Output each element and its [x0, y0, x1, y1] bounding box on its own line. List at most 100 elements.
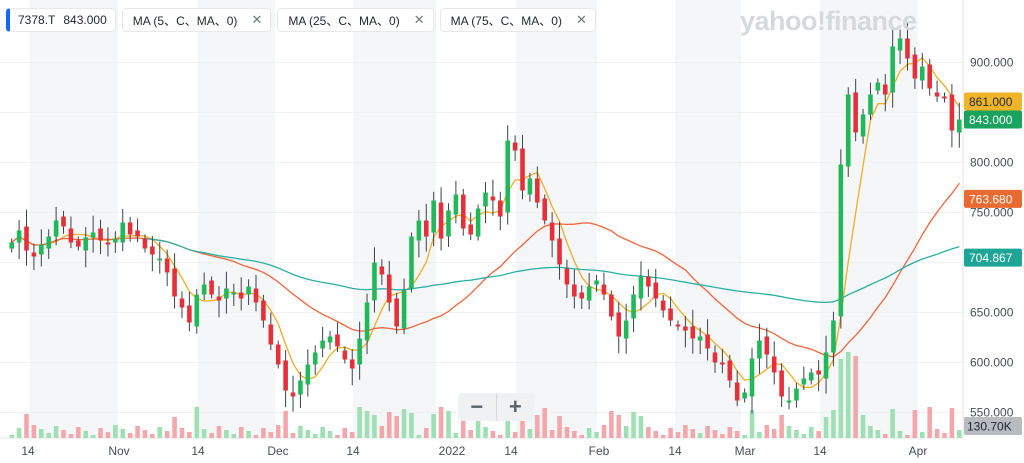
- candle-body[interactable]: [475, 208, 481, 237]
- candle-body[interactable]: [638, 276, 644, 299]
- candle-body[interactable]: [16, 230, 22, 243]
- candle-body[interactable]: [860, 114, 866, 137]
- candle-body[interactable]: [512, 142, 518, 151]
- candle-body[interactable]: [720, 362, 725, 365]
- candle-body[interactable]: [394, 298, 399, 327]
- candle-body[interactable]: [712, 352, 718, 363]
- candle-body[interactable]: [764, 336, 770, 355]
- candle-body[interactable]: [675, 324, 681, 327]
- candle-body[interactable]: [934, 92, 940, 97]
- candle-body[interactable]: [957, 119, 962, 133]
- candle-body[interactable]: [31, 252, 37, 257]
- candle-body[interactable]: [838, 164, 844, 317]
- ma5-remove-icon[interactable]: ✕: [251, 12, 262, 28]
- candle-body[interactable]: [342, 350, 348, 360]
- candle-body[interactable]: [216, 296, 222, 301]
- candle-body[interactable]: [150, 246, 155, 255]
- candle-body[interactable]: [335, 334, 340, 347]
- candle-body[interactable]: [290, 392, 296, 397]
- candle-body[interactable]: [305, 364, 311, 385]
- candle-body[interactable]: [490, 196, 496, 201]
- candle-body[interactable]: [357, 338, 362, 365]
- candle-body[interactable]: [327, 336, 333, 343]
- candle-body[interactable]: [127, 222, 133, 235]
- candle-body[interactable]: [9, 242, 14, 249]
- candle-body[interactable]: [483, 192, 488, 207]
- candle-body[interactable]: [498, 200, 503, 217]
- candle-body[interactable]: [275, 344, 281, 365]
- candle-body[interactable]: [594, 280, 599, 285]
- candle-body[interactable]: [579, 292, 585, 299]
- candle-body[interactable]: [505, 140, 511, 213]
- candle-body[interactable]: [246, 286, 251, 295]
- candle-body[interactable]: [261, 300, 266, 321]
- candle-body[interactable]: [845, 94, 851, 167]
- candle-body[interactable]: [253, 288, 259, 303]
- candle-body[interactable]: [646, 276, 651, 287]
- candle-body[interactable]: [542, 198, 548, 221]
- candle-body[interactable]: [453, 194, 459, 215]
- candle-body[interactable]: [238, 292, 244, 299]
- candle-body[interactable]: [349, 359, 355, 369]
- candle-body[interactable]: [209, 280, 214, 295]
- candle-body[interactable]: [298, 380, 303, 395]
- candle-body[interactable]: [631, 294, 636, 319]
- candle-body[interactable]: [572, 284, 577, 297]
- candle-body[interactable]: [668, 308, 673, 321]
- candle-body[interactable]: [520, 148, 525, 191]
- candle-body[interactable]: [90, 232, 96, 238]
- candle-body[interactable]: [364, 302, 370, 341]
- candle-body[interactable]: [201, 284, 207, 295]
- candle-body[interactable]: [61, 216, 66, 227]
- ma25-remove-icon[interactable]: ✕: [414, 12, 425, 28]
- ma75-chip[interactable]: MA (75、C、MA、0) ✕: [439, 8, 596, 32]
- ticker-chip[interactable]: 7378.T 843.000: [6, 8, 116, 32]
- candle-body[interactable]: [875, 82, 881, 91]
- candle-body[interactable]: [460, 194, 466, 229]
- candle-body[interactable]: [660, 300, 666, 311]
- candle-body[interactable]: [727, 360, 733, 381]
- candle-body[interactable]: [831, 320, 836, 353]
- candle-body[interactable]: [164, 258, 170, 273]
- candle-body[interactable]: [468, 224, 473, 235]
- candle-body[interactable]: [120, 222, 126, 243]
- candle-body[interactable]: [742, 392, 747, 399]
- candle-body[interactable]: [757, 340, 762, 359]
- candle-body[interactable]: [609, 294, 614, 317]
- candle-body[interactable]: [320, 340, 325, 349]
- candle-body[interactable]: [623, 320, 629, 339]
- candle-body[interactable]: [68, 228, 74, 243]
- zoom-out-button[interactable]: −: [458, 393, 496, 421]
- zoom-in-button[interactable]: +: [495, 393, 535, 421]
- candle-body[interactable]: [409, 236, 414, 289]
- candle-body[interactable]: [401, 290, 407, 329]
- candle-body[interactable]: [882, 84, 888, 95]
- candle-body[interactable]: [586, 286, 592, 301]
- candle-body[interactable]: [39, 244, 44, 255]
- candle-body[interactable]: [816, 370, 821, 375]
- candle-body[interactable]: [919, 66, 925, 81]
- candle-body[interactable]: [224, 288, 229, 299]
- candle-body[interactable]: [949, 94, 955, 131]
- candle-body[interactable]: [46, 236, 52, 249]
- candle-body[interactable]: [527, 178, 533, 195]
- candle-body[interactable]: [749, 358, 755, 397]
- candle-body[interactable]: [564, 268, 570, 285]
- ma5-chip[interactable]: MA (5、C、MA、0) ✕: [121, 8, 272, 32]
- candle-body[interactable]: [808, 372, 814, 381]
- candle-body[interactable]: [53, 220, 59, 237]
- candle-body[interactable]: [231, 292, 237, 295]
- candle-body[interactable]: [890, 46, 895, 93]
- candle-body[interactable]: [786, 400, 792, 403]
- candle-body[interactable]: [601, 284, 607, 295]
- candle-body[interactable]: [98, 228, 103, 241]
- candle-body[interactable]: [379, 266, 385, 275]
- candle-body[interactable]: [683, 326, 688, 331]
- candle-body[interactable]: [942, 96, 947, 99]
- candle-body[interactable]: [912, 54, 918, 79]
- candle-body[interactable]: [905, 38, 910, 59]
- candle-body[interactable]: [549, 222, 555, 241]
- candle-body[interactable]: [734, 382, 740, 401]
- ma75-remove-icon[interactable]: ✕: [576, 12, 587, 28]
- candle-body[interactable]: [897, 38, 903, 51]
